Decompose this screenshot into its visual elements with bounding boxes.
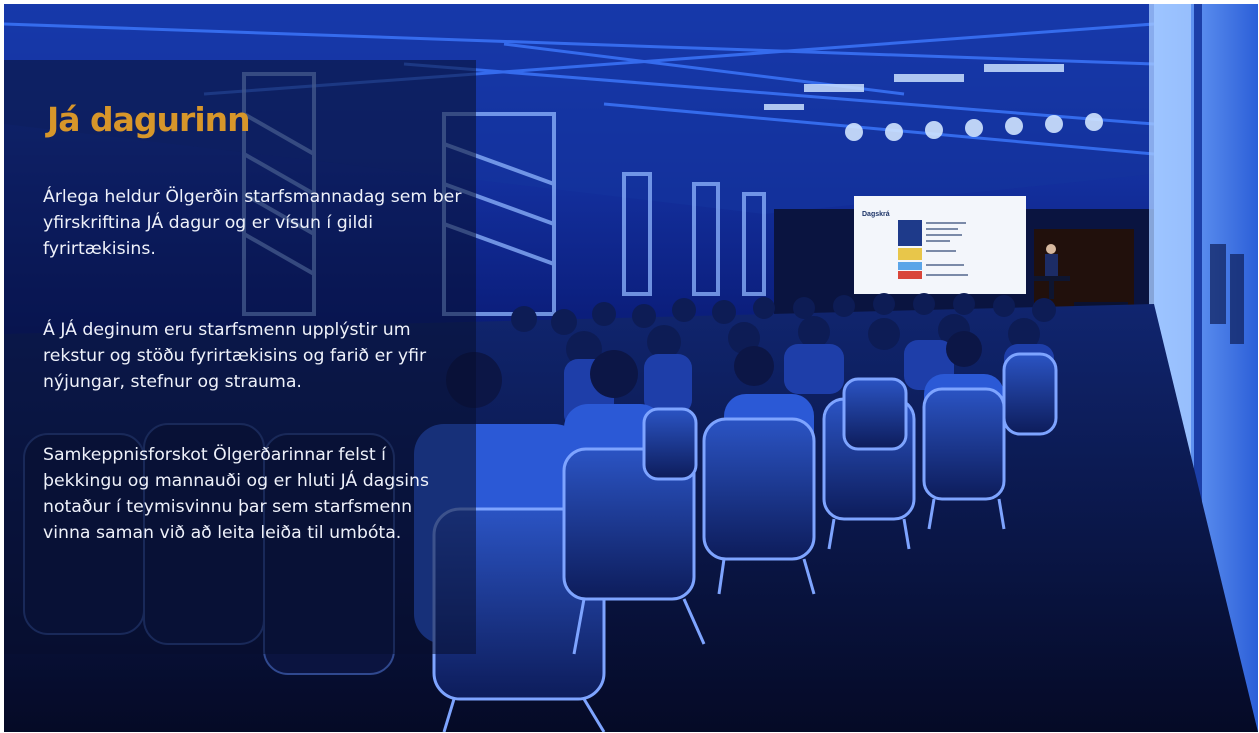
info-paragraph: Á JÁ deginum eru starfsmenn upplýstir um… (43, 320, 427, 392)
intro-paragraph: Árlega heldur Ölgerðin starfsmannadag se… (43, 187, 462, 259)
hero-banner: Dagskrá Já dagurinn Árlega heldur Ölgerð… (4, 4, 1258, 732)
page-title: Já dagurinn (47, 100, 251, 139)
slide-title: Dagskrá (862, 211, 890, 218)
advantage-paragraph: Samkeppnisforskot Ölgerðarinnar felst í … (43, 445, 430, 543)
